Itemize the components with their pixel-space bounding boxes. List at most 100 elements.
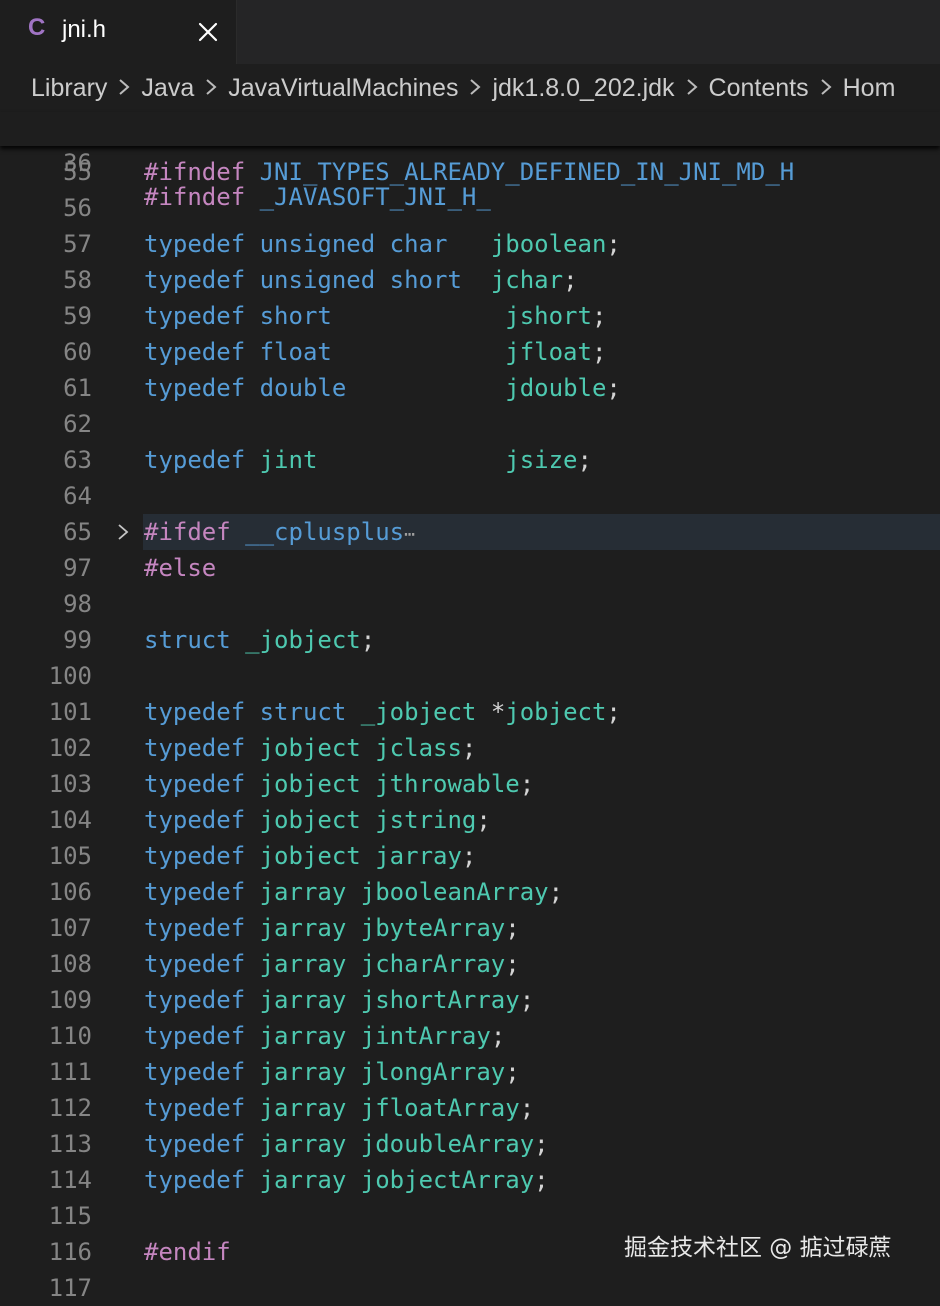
- code-line[interactable]: 107 typedef jarray jbyteArray;: [0, 910, 940, 946]
- code-token: jobjectArray: [360, 1166, 535, 1194]
- code-line[interactable]: 60 typedef float jfloat;: [0, 334, 940, 370]
- code-token: typedef: [144, 302, 246, 330]
- code-token: jboolean: [490, 230, 607, 258]
- code-line[interactable]: 112 typedef jarray jfloatArray;: [0, 1090, 940, 1126]
- code-token: ;: [476, 806, 491, 834]
- code-token: #ifndef: [144, 183, 246, 211]
- code-text: typedef short jshort;: [144, 298, 606, 334]
- code-token: #else: [144, 554, 217, 582]
- code-token: ;: [461, 734, 477, 762]
- code-token: ;: [606, 698, 621, 726]
- code-text: typedef jobject jthrowable;: [144, 766, 534, 802]
- breadcrumb-item[interactable]: Library: [31, 74, 107, 103]
- breadcrumb-item[interactable]: Java: [141, 74, 194, 103]
- code-line[interactable]: 113 typedef jarray jdoubleArray;: [0, 1126, 940, 1162]
- code-text: typedef jarray jobjectArray;: [144, 1162, 549, 1198]
- line-number: 64: [63, 482, 92, 510]
- code-token: float: [259, 338, 332, 366]
- code-line[interactable]: 114 typedef jarray jobjectArray;: [0, 1162, 940, 1198]
- code-token: jshort: [505, 302, 592, 330]
- code-line[interactable]: 106 typedef jarray jbooleanArray;: [0, 874, 940, 910]
- code-line[interactable]: 102 typedef jobject jclass;: [0, 730, 940, 766]
- code-line[interactable]: 110 typedef jarray jintArray;: [0, 1018, 940, 1054]
- tab-label: jni.h: [62, 16, 107, 43]
- line-number: 98: [63, 590, 92, 618]
- code-token: jarray: [259, 1130, 347, 1158]
- code-line[interactable]: 117: [0, 1270, 940, 1306]
- line-number: 100: [48, 662, 92, 690]
- code-line[interactable]: 104 typedef jobject jstring;: [0, 802, 940, 838]
- code-line[interactable]: 109 typedef jarray jshortArray;: [0, 982, 940, 1018]
- code-editor[interactable]: 55 #ifndef JNI_TYPES_ALREADY_DEFINED_IN_J…: [0, 112, 940, 1302]
- code-line[interactable]: 111 typedef jarray jlongArray;: [0, 1054, 940, 1090]
- code-line[interactable]: 97 #else: [0, 550, 940, 586]
- code-token: _JAVASOFT_JNI_H_: [259, 183, 491, 211]
- code-token: jobject: [259, 842, 361, 870]
- code-token: typedef: [144, 734, 246, 762]
- breadcrumb-item[interactable]: Contents: [709, 74, 809, 103]
- code-token: jclass: [375, 734, 462, 762]
- code-line[interactable]: 63 typedef jint jsize;: [0, 442, 940, 478]
- code-token: jarray: [259, 1058, 347, 1086]
- code-token: short: [389, 266, 462, 294]
- code-line[interactable]: 99 struct _jobject;: [0, 622, 940, 658]
- breadcrumb-item[interactable]: Hom: [843, 74, 896, 103]
- code-text: typedef float jfloat;: [144, 334, 606, 370]
- line-number: 102: [48, 734, 92, 762]
- code-token: jarray: [375, 842, 462, 870]
- code-token: ;: [505, 950, 520, 978]
- code-text: #ifndef _JAVASOFT_JNI_H_: [144, 180, 491, 214]
- code-line[interactable]: 108 typedef jarray jcharArray;: [0, 946, 940, 982]
- code-text: #ifdef __cplusplus⋯: [144, 514, 415, 553]
- code-token: jlongArray: [360, 1058, 506, 1086]
- code-token: jfloatArray: [360, 1094, 520, 1122]
- code-line[interactable]: 61 typedef double jdouble;: [0, 370, 940, 406]
- breadcrumb-item[interactable]: JavaVirtualMachines: [228, 74, 458, 103]
- code-line[interactable]: 105 typedef jobject jarray;: [0, 838, 940, 874]
- code-line[interactable]: 58 typedef unsigned short jchar;: [0, 262, 940, 298]
- code-text: typedef jarray jintArray;: [144, 1018, 505, 1054]
- code-line[interactable]: 101 typedef struct _jobject *jobject;: [0, 694, 940, 730]
- code-token: char: [389, 230, 448, 258]
- code-text: struct _jobject;: [144, 622, 375, 658]
- code-line[interactable]: 98: [0, 586, 940, 622]
- code-text: typedef jobject jclass;: [144, 730, 476, 766]
- close-icon[interactable]: [194, 18, 222, 46]
- code-line[interactable]: 62: [0, 406, 940, 442]
- code-line[interactable]: 57 typedef unsigned char jboolean;: [0, 226, 940, 262]
- code-line[interactable]: 103 typedef jobject jthrowable;: [0, 766, 940, 802]
- fold-chevron-icon[interactable]: [114, 523, 132, 541]
- breadcrumb-item[interactable]: jdk1.8.0_202.jdk: [492, 74, 674, 103]
- line-number: 117: [48, 1274, 92, 1302]
- code-line[interactable]: 100: [0, 658, 940, 694]
- code-token: typedef: [144, 1022, 246, 1050]
- code-token: jint: [259, 446, 318, 474]
- code-line[interactable]: 59 typedef short jshort;: [0, 298, 940, 334]
- code-text: typedef jarray jbooleanArray;: [144, 874, 563, 910]
- code-token: jobject: [259, 806, 361, 834]
- code-token: ;: [505, 1058, 520, 1086]
- sticky-scroll-line[interactable]: 36 #ifndef _JAVASOFT_JNI_H_: [0, 112, 940, 211]
- code-token: jsize: [505, 446, 578, 474]
- code-token: typedef: [144, 230, 246, 258]
- code-token: ;: [534, 1166, 549, 1194]
- code-token: ;: [519, 770, 535, 798]
- code-token: _jobject: [245, 626, 361, 654]
- tab-jni-h[interactable]: C jni.h: [0, 0, 237, 64]
- code-token: jshortArray: [360, 986, 520, 1014]
- code-line[interactable]: 64: [0, 478, 940, 514]
- watermark: 掘金技术社区 @ 掂过碌蔗: [624, 1235, 892, 1261]
- code-token: typedef: [144, 878, 246, 906]
- code-line[interactable]: 65 #ifdef __cplusplus⋯: [0, 514, 940, 550]
